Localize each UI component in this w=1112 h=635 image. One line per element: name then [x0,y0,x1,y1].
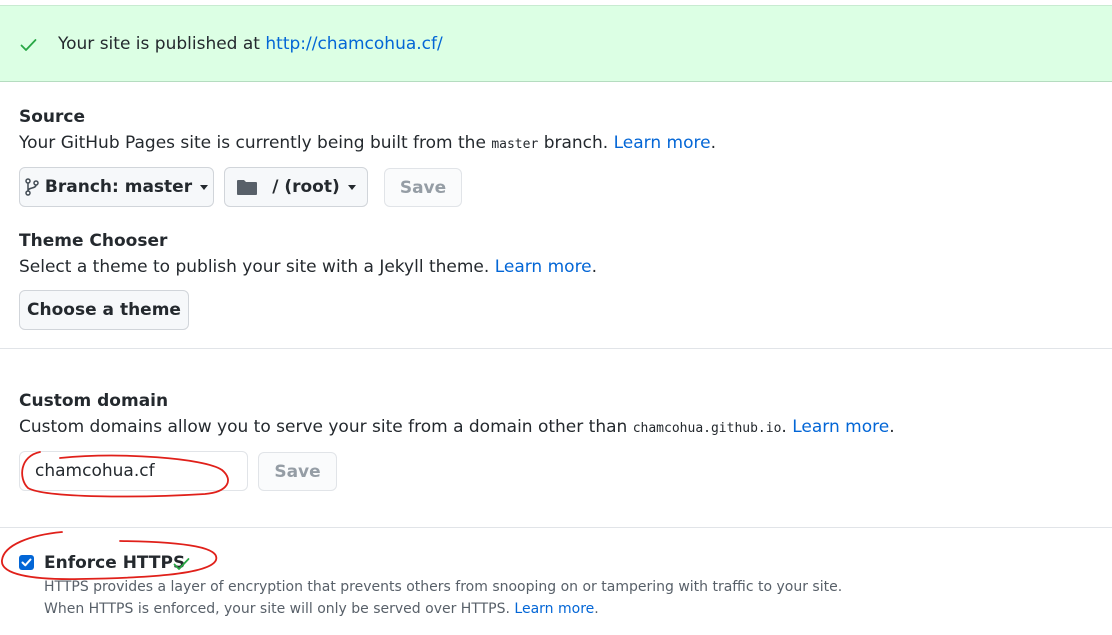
enforce-https-label[interactable]: Enforce HTTPS [44,553,185,573]
source-heading: Source [19,107,86,127]
folder-select-button[interactable]: / (root) [224,167,368,207]
custom-domain-desc-text: Custom domains allow you to serve your s… [19,417,633,437]
theme-heading: Theme Chooser [19,231,168,251]
theme-description: Select a theme to publish your site with… [19,257,597,277]
branch-select-button[interactable]: Branch: master [19,167,214,207]
site-url-link[interactable]: http://chamcohua.cf/ [265,34,442,54]
https-desc-text: When HTTPS is enforced, your site will o… [44,601,515,617]
https-period: . [594,601,599,617]
section-divider [0,527,1112,528]
source-desc-text: Your GitHub Pages site is currently bein… [19,133,492,153]
chevron-down-icon [200,184,209,190]
published-message: Your site is published at http://chamcoh… [58,34,443,54]
folder-icon [237,179,258,195]
source-save-button[interactable]: Save [384,168,462,207]
custom-domain-learn-more-link[interactable]: Learn more [792,417,889,437]
https-description-line2: When HTTPS is enforced, your site will o… [44,601,599,617]
choose-theme-button[interactable]: Choose a theme [19,290,189,330]
source-learn-more-link[interactable]: Learn more [614,133,711,153]
branch-select-label: Branch: master [44,177,193,197]
custom-domain-period: . [889,417,895,437]
https-success-check-icon [173,558,190,570]
chevron-down-icon [347,184,356,190]
github-domain-code: chamcohua.github.io [632,421,782,436]
custom-domain-input[interactable]: chamcohua.cf [19,451,248,491]
https-learn-more-link[interactable]: Learn more [514,601,594,617]
custom-domain-desc-suffix: . [781,417,793,437]
source-description: Your GitHub Pages site is currently bein… [19,133,716,153]
git-branch-icon [25,178,39,196]
published-label: Your site is published at [58,34,266,54]
folder-select-label: / (root) [272,177,340,197]
theme-period: . [591,257,598,277]
enforce-https-checkbox[interactable] [19,555,34,570]
custom-domain-save-button[interactable]: Save [258,452,337,491]
checkmark-icon [21,558,32,567]
custom-domain-description: Custom domains allow you to serve your s… [19,417,895,437]
custom-domain-heading: Custom domain [19,391,169,411]
section-divider [0,348,1112,349]
theme-learn-more-link[interactable]: Learn more [495,257,592,277]
check-icon [20,39,37,51]
source-period: . [710,133,716,153]
published-banner: Your site is published at http://chamcoh… [0,5,1112,82]
branch-code: master [491,137,539,152]
https-description-line1: HTTPS provides a layer of encryption tha… [44,579,843,595]
source-desc-suffix: branch. [538,133,614,153]
theme-desc-text: Select a theme to publish your site with… [19,257,495,277]
